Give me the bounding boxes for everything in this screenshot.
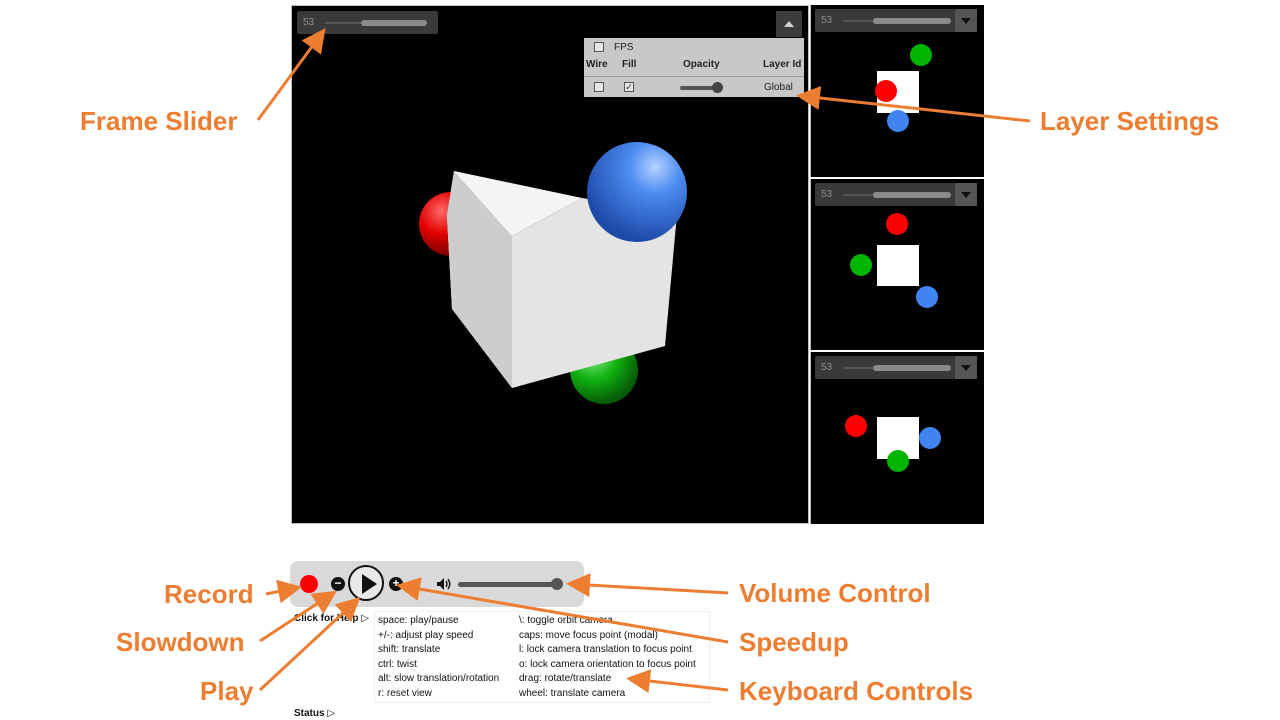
status-toggle[interactable]: Status ▷ xyxy=(294,708,335,719)
side-view-3-controls: 53 xyxy=(815,356,977,379)
record-button[interactable] xyxy=(300,575,318,593)
collapse-panel-button[interactable] xyxy=(776,11,802,37)
expand-dropdown-button[interactable] xyxy=(955,9,977,32)
help-right-column: \: toggle orbit camera caps: move focus … xyxy=(519,614,696,702)
volume-control-arrow xyxy=(566,573,729,598)
red-sphere xyxy=(845,415,867,437)
layer-panel-divider xyxy=(584,76,804,77)
green-sphere xyxy=(887,450,909,472)
volume-icon[interactable] xyxy=(436,577,452,591)
frame-slider[interactable]: 53 xyxy=(815,183,955,206)
player-controls: − + xyxy=(290,561,584,607)
column-header-layer-id: Layer Id xyxy=(763,59,802,70)
green-sphere xyxy=(850,254,872,276)
help-entry: ctrl: twist xyxy=(378,658,417,670)
red-sphere xyxy=(875,80,897,102)
green-sphere xyxy=(910,44,932,66)
frame-slider-played-track xyxy=(325,21,361,24)
play-button[interactable] xyxy=(348,565,384,601)
frame-number: 53 xyxy=(821,362,833,373)
slowdown-button[interactable]: − xyxy=(331,577,345,591)
slowdown-callout: Slowdown xyxy=(116,627,245,657)
play-callout: Play xyxy=(200,676,254,706)
blue-sphere xyxy=(587,142,687,242)
side-view-2[interactable]: 53 xyxy=(810,179,984,350)
frame-slider-played-track xyxy=(843,193,873,196)
opacity-slider-knob[interactable] xyxy=(712,82,723,93)
help-entry: o: lock camera orientation to focus poin… xyxy=(519,658,696,670)
triangle-down-icon xyxy=(961,17,971,24)
triangle-down-icon xyxy=(961,191,971,198)
frame-slider-callout: Frame Slider xyxy=(80,106,238,136)
help-entry: \: toggle orbit camera xyxy=(519,615,613,626)
triangle-down-icon xyxy=(961,364,971,371)
help-entry: shift: translate xyxy=(378,644,441,656)
triangle-up-icon xyxy=(784,21,794,27)
play-icon xyxy=(362,574,377,594)
frame-slider-track[interactable] xyxy=(873,191,951,198)
main-3d-viewport[interactable]: 53 FPS Wire Fill Opacity Layer Id ✓ Glob… xyxy=(291,5,809,524)
frame-slider-track[interactable] xyxy=(361,19,427,26)
frame-slider-track[interactable] xyxy=(873,17,951,24)
white-cube xyxy=(877,245,919,286)
help-entry: caps: move focus point (modal) xyxy=(519,629,658,641)
record-callout: Record xyxy=(164,579,254,609)
speedup-button[interactable]: + xyxy=(389,577,403,591)
column-header-wire: Wire xyxy=(586,59,608,70)
volume-control-callout: Volume Control xyxy=(739,578,931,608)
layer-id-value: Global xyxy=(764,82,793,93)
frame-slider-played-track xyxy=(843,366,873,369)
fps-label: FPS xyxy=(614,42,634,53)
volume-slider[interactable] xyxy=(458,582,558,587)
layer-settings-callout: Layer Settings xyxy=(1040,106,1220,136)
side-view-1-controls: 53 xyxy=(815,9,977,32)
expand-dropdown-button[interactable] xyxy=(955,356,977,379)
keyboard-help-table: space: play/pause +/-: adjust play speed… xyxy=(374,611,710,703)
side-view-3[interactable]: 53 xyxy=(810,352,984,524)
blue-sphere xyxy=(919,427,941,449)
layer-settings-panel: FPS Wire Fill Opacity Layer Id ✓ Global xyxy=(584,38,804,97)
side-view-1[interactable]: 53 xyxy=(810,5,984,177)
frame-slider-track[interactable] xyxy=(873,364,951,371)
frame-slider[interactable]: 53 xyxy=(815,356,955,379)
fill-checkbox[interactable]: ✓ xyxy=(624,82,634,92)
help-entry: l: lock camera translation to focus poin… xyxy=(519,644,692,656)
frame-slider-played-track xyxy=(843,19,873,22)
frame-number: 53 xyxy=(821,15,833,26)
frame-slider[interactable]: 53 xyxy=(297,11,438,34)
red-sphere xyxy=(886,213,908,235)
expand-dropdown-button[interactable] xyxy=(955,183,977,206)
volume-slider-knob[interactable] xyxy=(551,578,563,590)
help-toggle[interactable]: Click for Help ▷ xyxy=(294,613,369,624)
wire-checkbox[interactable] xyxy=(594,82,604,92)
help-entry: alt: slow translation/rotation xyxy=(378,673,500,685)
frame-number: 53 xyxy=(303,17,315,28)
help-entry: drag: rotate/translate xyxy=(519,673,612,685)
frame-number: 53 xyxy=(821,189,833,200)
column-header-opacity: Opacity xyxy=(683,59,720,70)
help-entry: wheel: translate camera xyxy=(519,687,626,699)
blue-sphere xyxy=(916,286,938,308)
side-view-2-controls: 53 xyxy=(815,183,977,206)
speedup-callout: Speedup xyxy=(739,627,849,657)
blue-sphere xyxy=(887,110,909,132)
keyboard-controls-callout: Keyboard Controls xyxy=(739,676,974,706)
help-entry: +/-: adjust play speed xyxy=(378,629,474,641)
help-entry: r: reset view xyxy=(378,687,432,699)
help-entry: space: play/pause xyxy=(378,615,459,626)
help-left-column: space: play/pause +/-: adjust play speed… xyxy=(378,614,499,702)
frame-slider[interactable]: 53 xyxy=(815,9,955,32)
fps-checkbox[interactable] xyxy=(594,42,604,52)
column-header-fill: Fill xyxy=(622,59,637,70)
